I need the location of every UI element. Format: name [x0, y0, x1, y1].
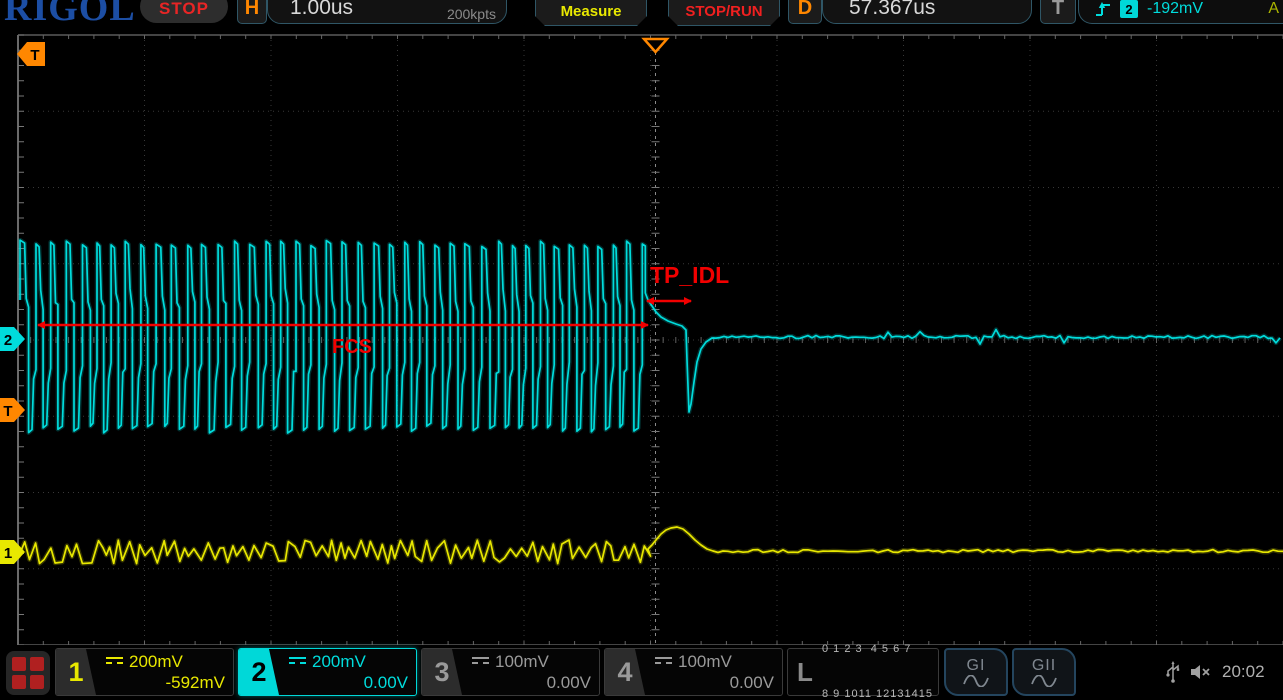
ch1-ground-marker[interactable]: 1	[0, 540, 25, 564]
logic-row-0-7: 0 1 2 3 4 5 6 7	[822, 642, 938, 657]
channel-1-box[interactable]: 1 200mV -592mV	[55, 648, 234, 696]
dc-coupling-icon	[289, 657, 306, 668]
channel-2-box[interactable]: 2 200mV 0.00V	[238, 648, 417, 696]
trigger-mode-flag: A	[1268, 0, 1279, 18]
trigger-offscreen-marker[interactable]: T	[17, 42, 45, 66]
trigger-menu-button[interactable]: T	[1040, 0, 1076, 24]
scope-display: FCS TP_IDL T 2 T 1	[0, 0, 1283, 700]
timebase-value: 1.00us	[290, 0, 353, 20]
channel-4-digit: 4	[605, 649, 645, 695]
clock: 20:02	[1222, 662, 1265, 682]
channel-1-digit: 1	[56, 649, 96, 695]
channel-4-box[interactable]: 4 100mV 0.00V	[604, 648, 783, 696]
trigger-level-marker[interactable]: T	[0, 398, 25, 422]
delay-value: 57.367us	[849, 0, 935, 20]
dc-coupling-icon	[472, 657, 489, 668]
generator-2-button[interactable]: GII	[1012, 648, 1076, 696]
tp-idl-label: TP_IDL	[650, 262, 729, 288]
channel-2-digit: 2	[239, 649, 279, 695]
channel-3-box[interactable]: 3 100mV 0.00V	[421, 648, 600, 696]
memory-depth: 200kpts	[447, 6, 496, 22]
trigger-source-badge: 2	[1120, 0, 1138, 18]
generator-1-button[interactable]: GI	[944, 648, 1008, 696]
channel-2-offset: 0.00V	[289, 673, 408, 693]
channel-2-scale: 200mV	[312, 652, 366, 672]
delay-menu-button[interactable]: D	[788, 0, 822, 24]
rigol-logo: RIGOL	[4, 0, 136, 30]
dc-coupling-icon	[655, 657, 672, 668]
usb-icon	[1166, 661, 1180, 683]
svg-text:2: 2	[4, 332, 12, 349]
fcs-label: FCS	[332, 336, 372, 358]
channel-3-digit: 3	[422, 649, 462, 695]
sine-icon	[1030, 675, 1058, 687]
sine-icon	[962, 675, 990, 687]
logic-label: L	[788, 657, 822, 688]
logic-row-8-15: 8 9 1011 12131415	[822, 687, 938, 700]
channel-1-scale: 200mV	[129, 652, 183, 672]
channel-1-offset: -592mV	[106, 673, 225, 693]
ch2-ground-marker[interactable]: 2	[0, 327, 25, 351]
channel-3-offset: 0.00V	[472, 673, 591, 693]
run-state-badge: STOP	[140, 0, 228, 23]
svg-text:T: T	[30, 47, 39, 64]
bottom-bar: 1 200mV -592mV 2 200mV 0.00V 3	[0, 645, 1283, 700]
channel-4-scale: 100mV	[678, 652, 732, 672]
top-bar: RIGOL STOP H 1.00us 200kpts Measure STOP…	[0, 0, 1283, 30]
timebase-box[interactable]: 1.00us 200kpts	[267, 0, 507, 24]
speaker-muted-icon[interactable]	[1190, 663, 1212, 681]
channel-4-offset: 0.00V	[655, 673, 774, 693]
menu-button[interactable]	[6, 651, 50, 695]
rising-edge-icon	[1095, 1, 1111, 18]
dc-coupling-icon	[106, 657, 123, 668]
logic-channels-box[interactable]: L 0 1 2 3 4 5 6 7 8 9 1011 12131415	[787, 648, 939, 696]
oscilloscope-screen: FCS TP_IDL T 2 T 1 RIGOL STOP H 1.	[0, 0, 1283, 700]
menu-grid-icon	[12, 657, 26, 671]
horizontal-menu-button[interactable]: H	[237, 0, 267, 24]
svg-text:T: T	[3, 403, 12, 420]
trigger-level-value: -192mV	[1147, 0, 1203, 18]
svg-text:1: 1	[4, 545, 12, 562]
delay-box[interactable]: 57.367us	[822, 0, 1032, 24]
measure-button[interactable]: Measure	[535, 0, 647, 26]
channel-3-scale: 100mV	[495, 652, 549, 672]
trigger-position-marker[interactable]	[644, 39, 667, 52]
stop-run-button[interactable]: STOP/RUN	[668, 0, 780, 26]
trigger-info-box[interactable]: 2 -192mV A	[1078, 0, 1283, 24]
